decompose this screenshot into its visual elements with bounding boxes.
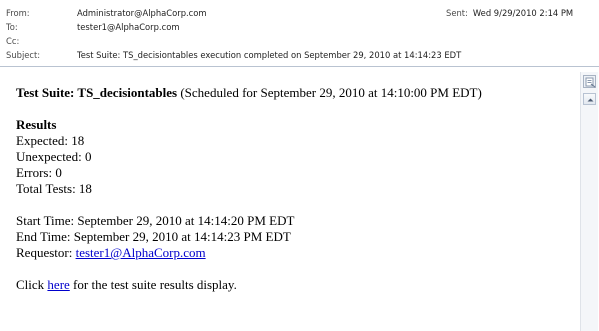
to-label: To: <box>6 22 18 32</box>
sent-row: Sent: Wed 9/29/2010 2:14 PM <box>446 6 573 20</box>
sent-label: Sent: <box>446 8 468 18</box>
click-prefix: Click <box>16 277 48 292</box>
message-body: Test Suite: TS_decisiontables (Scheduled… <box>0 67 599 331</box>
cc-label: Cc: <box>6 36 20 46</box>
scroll-up-arrow-icon[interactable] <box>583 93 596 105</box>
requestor-label: Requestor: <box>16 245 76 260</box>
to-value[interactable]: tester1@AlphaCorp.com <box>77 20 179 34</box>
results-link-line: Click here for the test suite results di… <box>16 277 576 293</box>
subject-value: Test Suite: TS_decisiontables execution … <box>77 50 462 60</box>
total-tests-count: Total Tests: 18 <box>16 181 92 196</box>
start-time: Start Time: September 29, 2010 at 14:14:… <box>16 213 295 228</box>
subject-label: Subject: <box>6 50 41 60</box>
from-value[interactable]: Administrator@AlphaCorp.com <box>77 6 207 20</box>
suite-schedule: (Scheduled for September 29, 2010 at 14:… <box>177 85 482 100</box>
email-header: From: Administrator@AlphaCorp.com To: te… <box>0 0 599 66</box>
expected-count: Expected: 18 <box>16 133 85 148</box>
message-content: Test Suite: TS_decisiontables (Scheduled… <box>16 85 576 293</box>
suite-line: Test Suite: TS_decisiontables (Scheduled… <box>16 85 576 101</box>
suite-prefix: Test Suite: <box>16 85 78 100</box>
vertical-scrollbar[interactable] <box>580 72 598 331</box>
click-suffix: for the test suite results display. <box>69 277 237 292</box>
requestor-email-link[interactable]: tester1@AlphaCorp.com <box>76 245 206 260</box>
errors-count: Errors: 0 <box>16 165 62 180</box>
unexpected-count: Unexpected: 0 <box>16 149 92 164</box>
message-options-icon[interactable] <box>583 75 596 88</box>
requestor-line: Requestor: tester1@AlphaCorp.com <box>16 245 576 261</box>
end-time: End Time: September 29, 2010 at 14:14:23… <box>16 229 291 244</box>
sent-value: Wed 9/29/2010 2:14 PM <box>472 8 574 18</box>
suite-name: TS_decisiontables <box>77 85 178 100</box>
from-label: From: <box>6 8 30 18</box>
results-heading: Results <box>16 117 57 132</box>
here-link[interactable]: here <box>47 277 69 292</box>
